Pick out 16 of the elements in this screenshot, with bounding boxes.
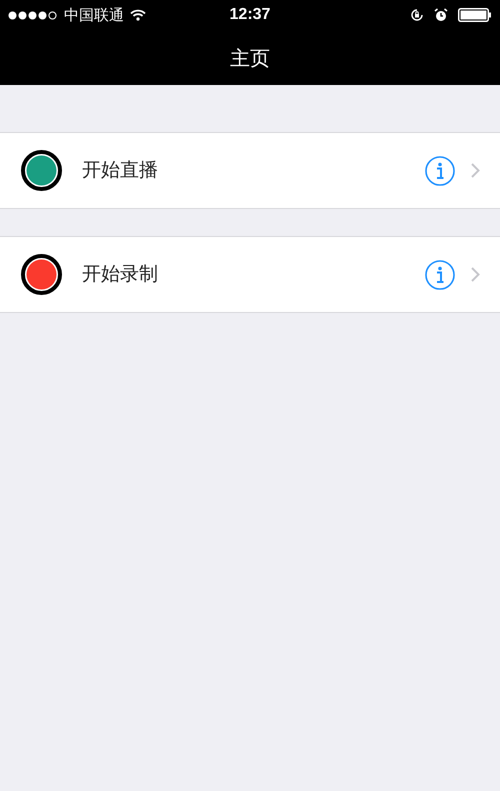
- status-time: 12:37: [230, 5, 270, 25]
- list-row[interactable]: 开始录制: [0, 236, 500, 313]
- signal-icon: [8, 10, 58, 20]
- list-row[interactable]: 开始直播: [0, 132, 500, 209]
- row-label: 开始直播: [82, 158, 159, 184]
- chevron-right-icon: [471, 163, 480, 178]
- nav-title: 主页: [230, 44, 270, 72]
- chevron-right-icon: [471, 267, 480, 282]
- carrier-name: 中国联通: [64, 4, 124, 26]
- wifi-icon: [130, 9, 146, 21]
- rotation-lock-icon: [410, 8, 424, 22]
- row-label: 开始录制: [82, 262, 159, 288]
- alarm-icon: [434, 8, 448, 22]
- info-icon[interactable]: [425, 260, 455, 290]
- info-icon[interactable]: [425, 156, 455, 186]
- battery-icon: [458, 8, 492, 22]
